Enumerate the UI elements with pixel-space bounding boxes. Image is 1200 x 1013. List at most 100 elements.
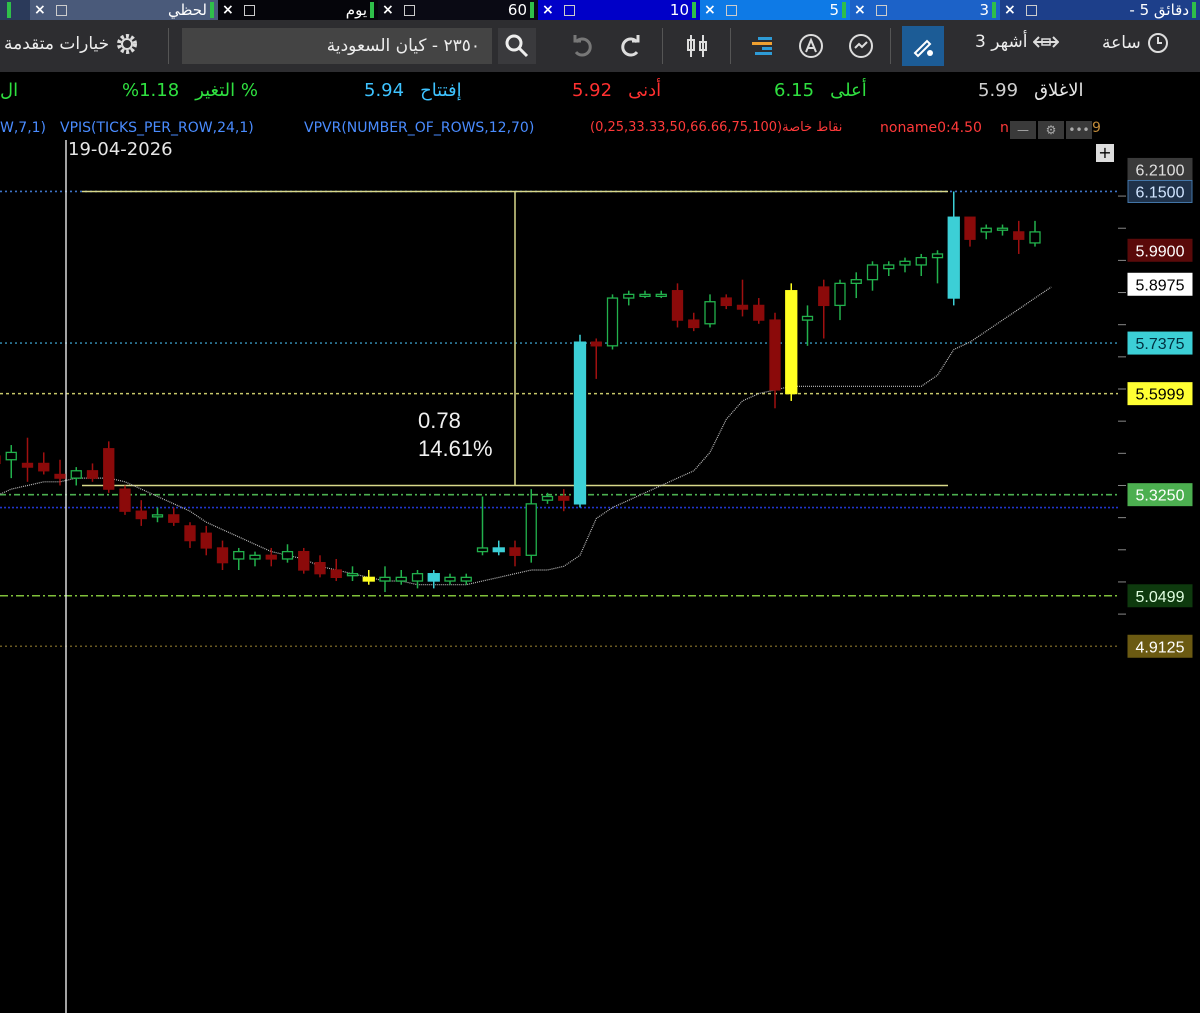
indicator-vpis[interactable]: VPIS(TICKS_PER_ROW,24,1)	[60, 120, 254, 136]
price-chart[interactable]: 0.78 14.61% 6.2100 6.1500 5.9900 5.8975 5.7375…	[0, 140, 1200, 1013]
candle-body	[70, 470, 82, 479]
close-icon[interactable]: ×	[222, 2, 234, 18]
candle-body	[964, 216, 976, 240]
add-price-level-button[interactable]: +	[1096, 144, 1114, 162]
tab-indicator	[692, 2, 696, 18]
interval-selector[interactable]: ساعة	[1102, 32, 1169, 54]
tab-controls[interactable]: ×	[704, 2, 737, 18]
indicator-vpvr[interactable]: VPVR(NUMBER_OF_ROWS,12,70)	[304, 120, 534, 136]
expand-horizontal-icon	[1033, 36, 1060, 48]
open-label: إفتتاح	[420, 80, 462, 101]
tab-indicator	[370, 2, 374, 18]
candle-body	[573, 341, 587, 505]
high-field: 6.15 أعلى	[774, 80, 867, 101]
maximize-icon[interactable]	[1025, 4, 1037, 16]
maximize-icon[interactable]	[403, 4, 415, 16]
extra-field: ال	[0, 80, 18, 101]
candle-body	[655, 293, 667, 298]
price-tag-label: 5.7375	[1136, 336, 1185, 353]
timeframe-tabs: × - 5 دقائق × 3 × 5 × 10 × 60 × يوم × لحظي	[0, 0, 1200, 20]
tab-0[interactable]: × - 5 دقائق	[1000, 0, 1200, 20]
extra-label: ال	[0, 80, 19, 101]
maximize-icon[interactable]	[725, 4, 737, 16]
tab-4[interactable]: × 60	[378, 0, 538, 20]
close-icon[interactable]: ×	[542, 2, 554, 18]
indicators-button[interactable]	[680, 30, 714, 62]
tab-2[interactable]: × 5	[700, 0, 850, 20]
candle-body	[1013, 231, 1025, 240]
pen-tool-icon	[913, 39, 933, 58]
range-selector[interactable]: 3 أشهر	[975, 32, 1060, 52]
candle-body	[427, 573, 440, 582]
candle-body	[444, 576, 456, 582]
indicator-n[interactable]: n	[1000, 120, 1009, 136]
redo-button[interactable]	[614, 30, 648, 62]
close-icon[interactable]: ×	[854, 2, 866, 18]
tab-label: 3	[979, 1, 989, 19]
tab-6[interactable]: × لحظي	[30, 0, 218, 20]
undo-button[interactable]	[565, 30, 599, 62]
tab-controls[interactable]: ×	[854, 2, 887, 18]
candle-body	[720, 297, 732, 307]
auto-scale-button[interactable]	[795, 30, 827, 62]
tab-controls[interactable]: ×	[34, 2, 67, 18]
candle-body	[883, 264, 895, 270]
speedometer-button[interactable]	[845, 30, 877, 62]
candle-body	[168, 514, 180, 523]
indicator-1[interactable]: W,7,1)	[0, 120, 46, 136]
indicator-special-points[interactable]: (0,25,33.33,50,66.66,75,100)نقاط خاصة	[590, 120, 842, 135]
candle-body	[688, 319, 700, 329]
price-tag-label: 5.3250	[1136, 488, 1185, 505]
tab-1[interactable]: × 3	[850, 0, 1000, 20]
symbol-search-input[interactable]: ٢٣٥٠ - كيان السعودية	[182, 28, 492, 64]
tab-controls[interactable]: ×	[1004, 2, 1037, 18]
tab-controls[interactable]: ×	[222, 2, 255, 18]
tab-7[interactable]	[0, 0, 30, 20]
indicator-9[interactable]: 9	[1092, 120, 1101, 136]
candle-body	[753, 304, 765, 321]
tab-5[interactable]: × يوم	[218, 0, 378, 20]
candle-body	[769, 319, 781, 391]
tab-3[interactable]: × 10	[538, 0, 700, 20]
volume-profile-button[interactable]	[742, 30, 776, 62]
panel-settings-button[interactable]: ⚙	[1038, 121, 1064, 139]
drawing-tool-button[interactable]	[902, 26, 944, 66]
close-icon[interactable]: ×	[382, 2, 394, 18]
price-tag-label: 5.0499	[1136, 589, 1185, 606]
candle-body	[541, 495, 554, 501]
maximize-icon[interactable]	[563, 4, 575, 16]
high-value: 6.15	[774, 80, 815, 101]
close-icon[interactable]: ×	[704, 2, 716, 18]
candle-body	[5, 451, 17, 461]
search-button[interactable]	[498, 28, 536, 64]
candle-body	[1029, 231, 1041, 244]
maximize-icon[interactable]	[55, 4, 67, 16]
candle-body	[135, 510, 147, 520]
clock-icon	[1147, 33, 1168, 53]
candle-body	[298, 550, 310, 571]
tab-label: 5	[829, 1, 839, 19]
advanced-options-label: خيارات متقدمة	[4, 34, 110, 54]
tab-label: يوم	[345, 1, 367, 19]
panel-more-button[interactable]: •••	[1066, 121, 1092, 139]
candle-body	[38, 462, 50, 472]
candle-body	[801, 315, 814, 321]
close-icon[interactable]: ×	[1004, 2, 1016, 18]
candle-body	[492, 547, 505, 553]
minimize-panel-button[interactable]: —	[1010, 121, 1036, 139]
tab-controls[interactable]: ×	[382, 2, 415, 18]
maximize-icon[interactable]	[875, 4, 887, 16]
tab-controls[interactable]: ×	[542, 2, 575, 18]
candle-body	[395, 576, 407, 582]
candle-body	[996, 227, 1009, 231]
advanced-options-button[interactable]: خيارات متقدمة	[4, 32, 139, 56]
price-tag-label: 5.8975	[1136, 277, 1185, 294]
indicator-noname[interactable]: noname0:4.50	[880, 120, 982, 136]
close-label: الاغلاق	[1034, 80, 1084, 101]
low-label: أدنى	[628, 80, 662, 101]
interval-label: ساعة	[1102, 33, 1141, 53]
maximize-icon[interactable]	[243, 4, 255, 16]
close-icon[interactable]: ×	[34, 2, 46, 18]
candle-body	[525, 503, 537, 556]
tab-indicator	[7, 2, 11, 18]
